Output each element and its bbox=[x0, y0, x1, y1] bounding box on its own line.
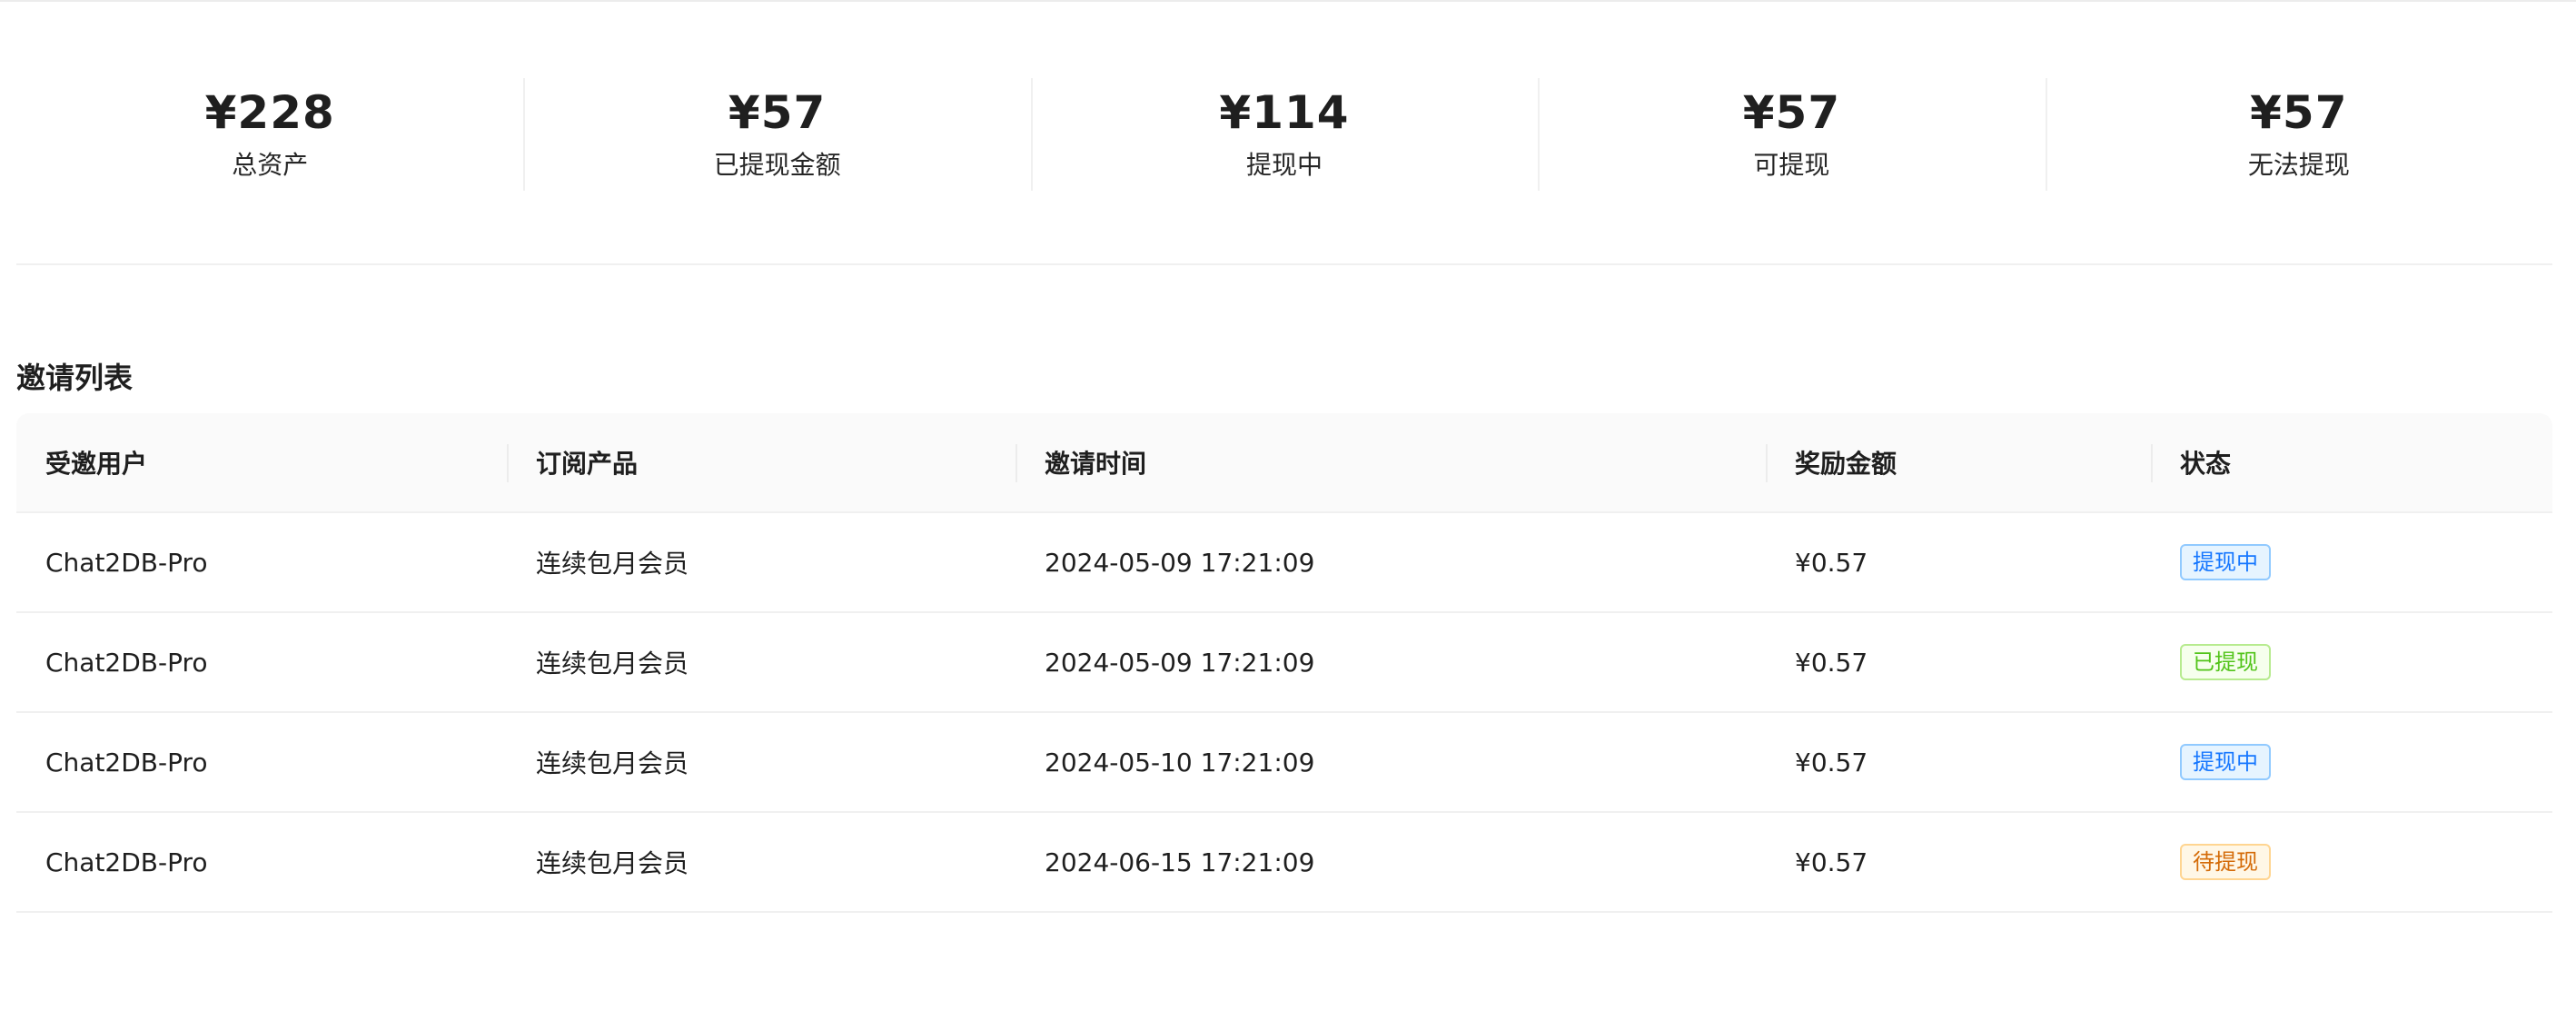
stat-value: ¥228 bbox=[204, 86, 335, 139]
cell-product: 连续包月会员 bbox=[536, 649, 689, 678]
cell-reward: ¥0.57 bbox=[1795, 647, 1868, 678]
table-header: 受邀用户 订阅产品 邀请时间 奖励金额 状态 bbox=[16, 413, 2552, 513]
stat-value: ¥57 bbox=[2250, 86, 2348, 139]
cell-user: Chat2DB-Pro bbox=[45, 747, 208, 777]
cell-product: 连续包月会员 bbox=[536, 848, 689, 878]
column-header-invited-user: 受邀用户 bbox=[45, 449, 148, 479]
table-row: Chat2DB-Pro 连续包月会员 2024-05-10 17:21:09 ¥… bbox=[16, 713, 2552, 813]
status-badge: 待提现 bbox=[2180, 844, 2271, 880]
stat-label: 无法提现 bbox=[2247, 150, 2350, 180]
stat-label: 可提现 bbox=[1753, 150, 1830, 180]
stat-label: 已提现金额 bbox=[713, 150, 841, 180]
cell-time: 2024-05-09 17:21:09 bbox=[1045, 647, 1315, 678]
cell-user: Chat2DB-Pro bbox=[45, 847, 208, 877]
cell-product: 连续包月会员 bbox=[536, 549, 689, 579]
table-row: Chat2DB-Pro 连续包月会员 2024-06-15 17:21:09 ¥… bbox=[16, 813, 2552, 913]
cell-reward: ¥0.57 bbox=[1795, 747, 1868, 777]
cell-status: 待提现 bbox=[2151, 813, 2552, 911]
cell-status: 已提现 bbox=[2151, 613, 2552, 711]
stat-non-withdrawable: ¥57 无法提现 bbox=[2045, 78, 2552, 191]
cell-product: 连续包月会员 bbox=[536, 748, 689, 778]
cell-status: 提现中 bbox=[2151, 713, 2552, 811]
status-badge: 已提现 bbox=[2180, 644, 2271, 680]
asset-stats: ¥228 总资产 ¥57 已提现金额 ¥114 提现中 ¥57 可提现 ¥57 … bbox=[16, 78, 2552, 191]
column-header-reward: 奖励金额 bbox=[1766, 413, 2151, 511]
stat-total-assets: ¥228 总资产 bbox=[16, 78, 523, 191]
table-row: Chat2DB-Pro 连续包月会员 2024-05-09 17:21:09 ¥… bbox=[16, 613, 2552, 713]
stat-value: ¥57 bbox=[728, 86, 827, 139]
invite-rewards-page: ¥228 总资产 ¥57 已提现金额 ¥114 提现中 ¥57 可提现 ¥57 … bbox=[0, 0, 2576, 1030]
cell-time: 2024-05-10 17:21:09 bbox=[1045, 747, 1315, 777]
stat-withdrawn-amount: ¥57 已提现金额 bbox=[523, 78, 1030, 191]
column-header-invite-time: 邀请时间 bbox=[1016, 413, 1766, 511]
status-badge: 提现中 bbox=[2180, 544, 2271, 580]
stat-label: 总资产 bbox=[232, 150, 309, 180]
stat-value: ¥57 bbox=[1742, 86, 1841, 139]
stat-value: ¥114 bbox=[1219, 86, 1350, 139]
invite-table: 受邀用户 订阅产品 邀请时间 奖励金额 状态 Chat2DB-Pro 连续包月会… bbox=[16, 413, 2552, 913]
status-badge: 提现中 bbox=[2180, 744, 2271, 780]
cell-status: 提现中 bbox=[2151, 513, 2552, 611]
stat-label: 提现中 bbox=[1246, 150, 1323, 180]
table-row: Chat2DB-Pro 连续包月会员 2024-05-09 17:21:09 ¥… bbox=[16, 513, 2552, 613]
stats-divider bbox=[16, 263, 2552, 265]
cell-user: Chat2DB-Pro bbox=[45, 547, 208, 578]
top-divider bbox=[0, 0, 2576, 2]
cell-time: 2024-05-09 17:21:09 bbox=[1045, 547, 1315, 578]
invite-list-title: 邀请列表 bbox=[16, 361, 134, 395]
column-header-product: 订阅产品 bbox=[507, 413, 1016, 511]
stat-withdrawable: ¥57 可提现 bbox=[1538, 78, 2045, 191]
cell-user: Chat2DB-Pro bbox=[45, 647, 208, 678]
cell-time: 2024-06-15 17:21:09 bbox=[1045, 847, 1315, 877]
cell-reward: ¥0.57 bbox=[1795, 547, 1868, 578]
stat-withdrawing: ¥114 提现中 bbox=[1030, 78, 1538, 191]
cell-reward: ¥0.57 bbox=[1795, 847, 1868, 877]
column-header-status: 状态 bbox=[2151, 413, 2552, 511]
